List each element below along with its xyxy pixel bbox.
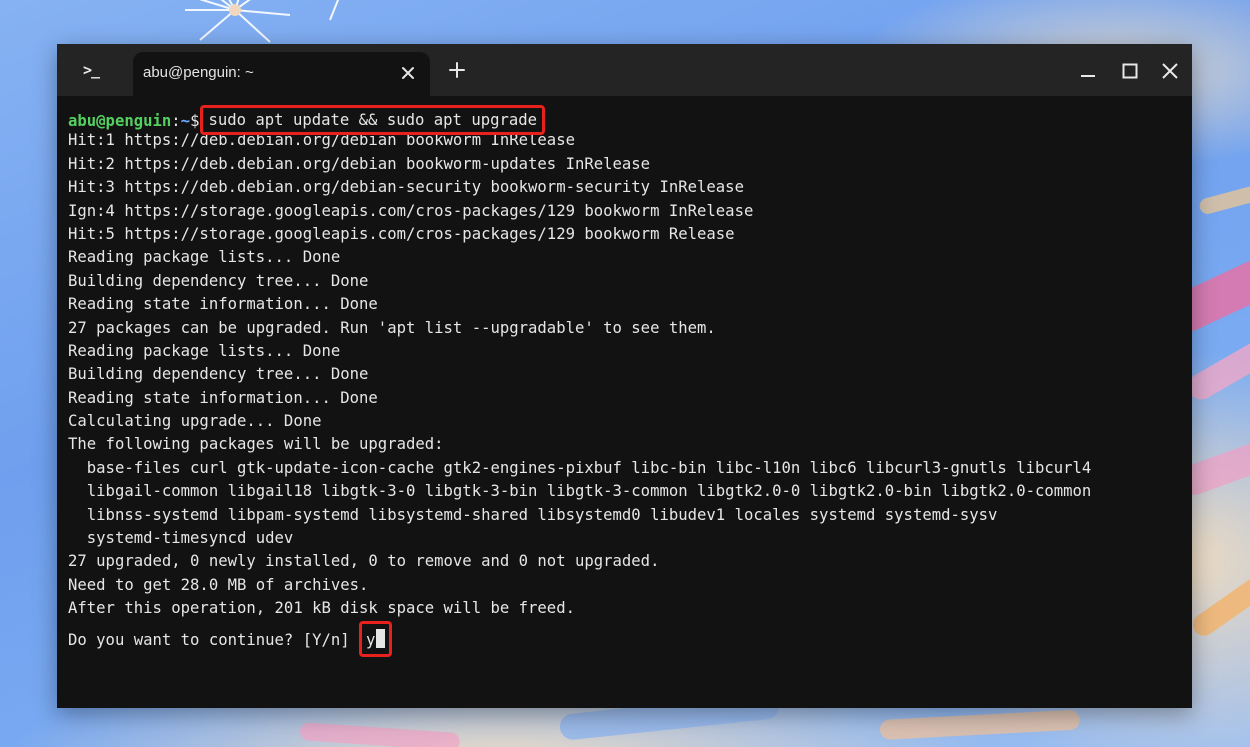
output-line: base-files curl gtk-update-icon-cache gt… xyxy=(68,458,1092,477)
output-line: Hit:5 https://storage.googleapis.com/cro… xyxy=(68,224,735,243)
maximize-icon[interactable] xyxy=(1121,62,1139,80)
output-line: Building dependency tree... Done xyxy=(68,365,369,384)
output-line: Building dependency tree... Done xyxy=(68,271,369,290)
dandelion-decoration xyxy=(185,0,340,43)
output-line: After this operation, 201 kB disk space … xyxy=(68,599,575,618)
highlighted-command: sudo apt update && sudo apt upgrade xyxy=(200,105,546,135)
minimize-icon[interactable] xyxy=(1079,62,1097,80)
close-icon[interactable] xyxy=(398,63,418,83)
output-line: systemd-timesyncd udev xyxy=(68,529,294,548)
output-line: libnss-systemd libpam-systemd libsystemd… xyxy=(68,505,998,524)
output-line: 27 packages can be upgraded. Run 'apt li… xyxy=(68,318,716,337)
output-line: Reading state information... Done xyxy=(68,388,378,407)
output-line: Calculating upgrade... Done xyxy=(68,412,322,431)
brush-stroke xyxy=(1197,174,1250,216)
output-line: Reading state information... Done xyxy=(68,295,378,314)
prompt-user-host: abu@penguin xyxy=(68,112,172,130)
prompt-path: ~ xyxy=(180,112,191,130)
confirm-question: Do you want to continue? [Y/n] xyxy=(68,630,360,649)
close-icon[interactable] xyxy=(1161,62,1179,80)
terminal-icon: >_ xyxy=(83,61,100,79)
brush-stroke xyxy=(1188,553,1250,641)
prompt-symbol: $ xyxy=(190,112,200,130)
tab-terminal[interactable]: abu@penguin: ~ xyxy=(133,52,430,96)
command-text: sudo apt update && sudo apt upgrade xyxy=(208,111,538,129)
confirm-prompt-line: Do you want to continue? [Y/n] y xyxy=(68,620,1188,657)
prompt-line: abu@penguin:~$ sudo apt update && sudo ap… xyxy=(68,105,1188,135)
output-line: The following packages will be upgraded: xyxy=(68,435,444,454)
text-cursor xyxy=(376,628,386,648)
plus-icon[interactable] xyxy=(447,60,467,80)
output-line: Ign:4 https://storage.googleapis.com/cro… xyxy=(68,201,754,220)
prompt-separator: : xyxy=(171,112,181,130)
terminal-window[interactable]: >_ abu@penguin: ~ abu@penguin:~$ sudo apt… xyxy=(57,44,1192,708)
output-line: Reading package lists... Done xyxy=(68,341,341,360)
highlighted-answer[interactable]: y xyxy=(359,620,393,657)
terminal-output[interactable]: abu@penguin:~$ sudo apt update && sudo ap… xyxy=(68,105,1188,657)
tab-title: abu@penguin: ~ xyxy=(143,64,254,81)
output-line: 27 upgraded, 0 newly installed, 0 to rem… xyxy=(68,552,660,571)
title-bar[interactable]: >_ abu@penguin: ~ xyxy=(57,44,1192,96)
answer-text: y xyxy=(366,630,376,649)
output-line: Reading package lists... Done xyxy=(68,248,341,267)
output-line: libgail-common libgail18 libgtk-3-0 libg… xyxy=(68,482,1092,501)
brush-stroke xyxy=(299,722,461,747)
output-line: Need to get 28.0 MB of archives. xyxy=(68,575,369,594)
output-line: Hit:3 https://deb.debian.org/debian-secu… xyxy=(68,178,744,197)
brush-stroke xyxy=(879,709,1081,740)
output-line: Hit:2 https://deb.debian.org/debian book… xyxy=(68,154,651,173)
